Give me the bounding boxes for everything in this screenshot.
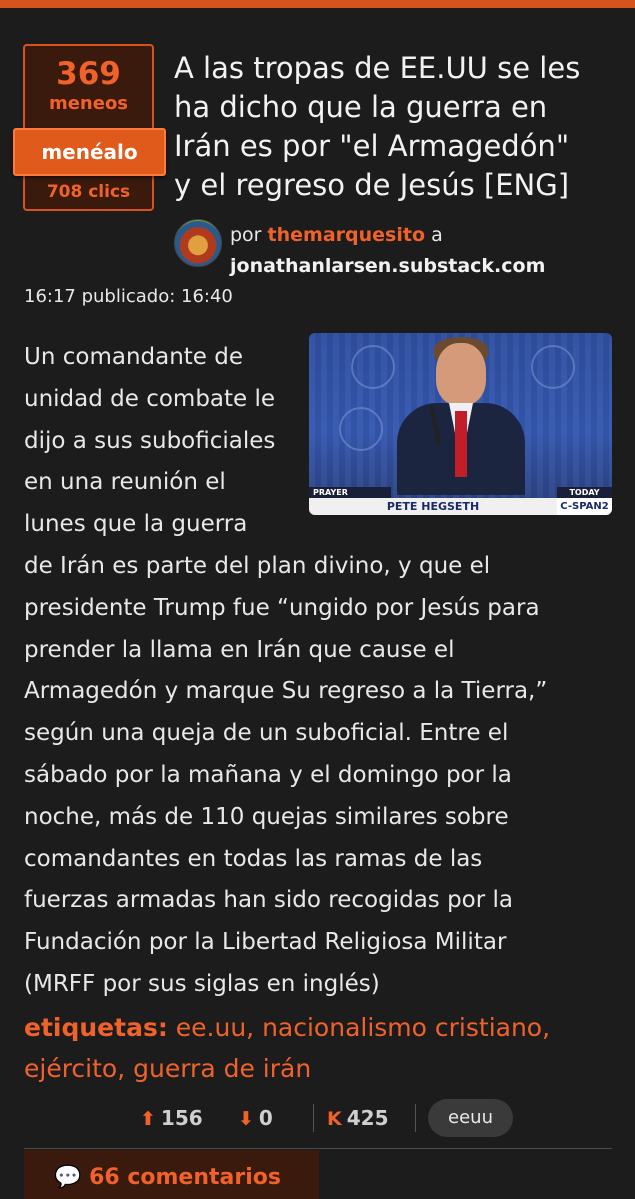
body-line: Armagedón y marque Su regreso a la Tierr…: [24, 678, 548, 705]
arrow-down-circle-icon: ⬇: [238, 1108, 254, 1130]
tags-list[interactable]: ejército, guerra de irán: [24, 1048, 614, 1089]
vote-box: 369 meneos menéalo 708 clics: [13, 44, 166, 211]
karma-value: 425: [346, 1106, 389, 1130]
karma-icon: K: [327, 1108, 342, 1130]
downvotes-stat[interactable]: ⬇ 0: [238, 1106, 273, 1130]
body-line: lunes que la guerra: [24, 511, 248, 538]
body-line: presidente Trump fue “ungido por Jesús p…: [24, 594, 540, 621]
body-line: según una queja de un suboficial. Entre …: [24, 720, 509, 747]
title-line: ha dicho que la guerra en: [174, 90, 548, 124]
title-line: Irán es por "el Armagedón": [174, 129, 570, 163]
body-line: sábado por la mañana y el domingo por la: [24, 761, 512, 788]
body-line: fuerzas armadas han sido recogidas por l…: [24, 887, 514, 914]
by-line: por themarquesito a: [230, 224, 443, 246]
tags-list[interactable]: ee.uu, nacionalismo cristiano,: [176, 1013, 550, 1042]
clicks-count: 708 clics: [46, 182, 131, 202]
stats-bar: ⬆ 156 ⬇ 0 K 425: [0, 1098, 635, 1138]
avatar[interactable]: [174, 219, 222, 267]
stats-divider: [313, 1104, 314, 1132]
body-line: Fundación por la Libertad Religiosa Mili…: [24, 929, 507, 956]
body-line: de Irán es parte del plan divino, y que …: [24, 552, 491, 579]
menealo-button[interactable]: menéalo: [13, 128, 166, 176]
tags-section: etiquetas: ee.uu, nacionalismo cristiano…: [24, 1007, 614, 1089]
karma-stat: K 425: [327, 1106, 388, 1130]
tags-line: etiquetas: ee.uu, nacionalismo cristiano…: [24, 1013, 551, 1042]
tags-label: etiquetas: [24, 1013, 158, 1042]
body-line: comandantes en todas las ramas de las: [24, 845, 483, 872]
vote-count-label: meneos: [48, 93, 129, 114]
timestamp: 16:17 publicado: 16:40: [24, 286, 233, 307]
sub-badge[interactable]: eeuu: [428, 1099, 513, 1137]
body-line: Un comandante de: [24, 344, 244, 370]
by-prefix: por: [230, 224, 262, 246]
body-line: en una reunión el: [24, 469, 226, 496]
vote-count: 369: [56, 56, 121, 92]
body-line: (MRFF por sus siglas en inglés): [24, 970, 380, 997]
divider: [24, 1148, 612, 1149]
comments-icon: 💬: [54, 1165, 82, 1190]
comments-button[interactable]: 💬 66 comentarios: [24, 1150, 319, 1199]
story-title[interactable]: A las tropas de EE.UU se les ha dicho qu…: [174, 49, 624, 205]
top-accent-bar: [0, 0, 635, 8]
title-line: y el regreso de Jesús [ENG]: [174, 168, 570, 202]
author-row: por themarquesito a jonathanlarsen.subst…: [174, 219, 614, 279]
upvotes-count: 156: [160, 1106, 203, 1130]
source-prefix: a: [431, 224, 443, 246]
stats-divider: [415, 1104, 416, 1132]
body-line: dijo a sus suboficiales: [24, 427, 276, 454]
downvotes-count: 0: [258, 1106, 273, 1130]
body-line: prender la llama en Irán que cause el: [24, 636, 455, 663]
body-line: noche, más de 110 quejas similares sobre: [24, 803, 509, 830]
source-domain[interactable]: jonathanlarsen.substack.com: [230, 255, 545, 277]
body-line: unidad de combate le: [24, 385, 276, 412]
upvotes-stat[interactable]: ⬆ 156: [140, 1106, 203, 1130]
comments-label: 66 comentarios: [89, 1165, 281, 1190]
author-link[interactable]: themarquesito: [268, 224, 425, 246]
story-body: Un comandante de unidad de combate le di…: [24, 337, 616, 1006]
arrow-up-circle-icon: ⬆: [140, 1108, 156, 1130]
title-line: A las tropas de EE.UU se les: [174, 51, 581, 85]
